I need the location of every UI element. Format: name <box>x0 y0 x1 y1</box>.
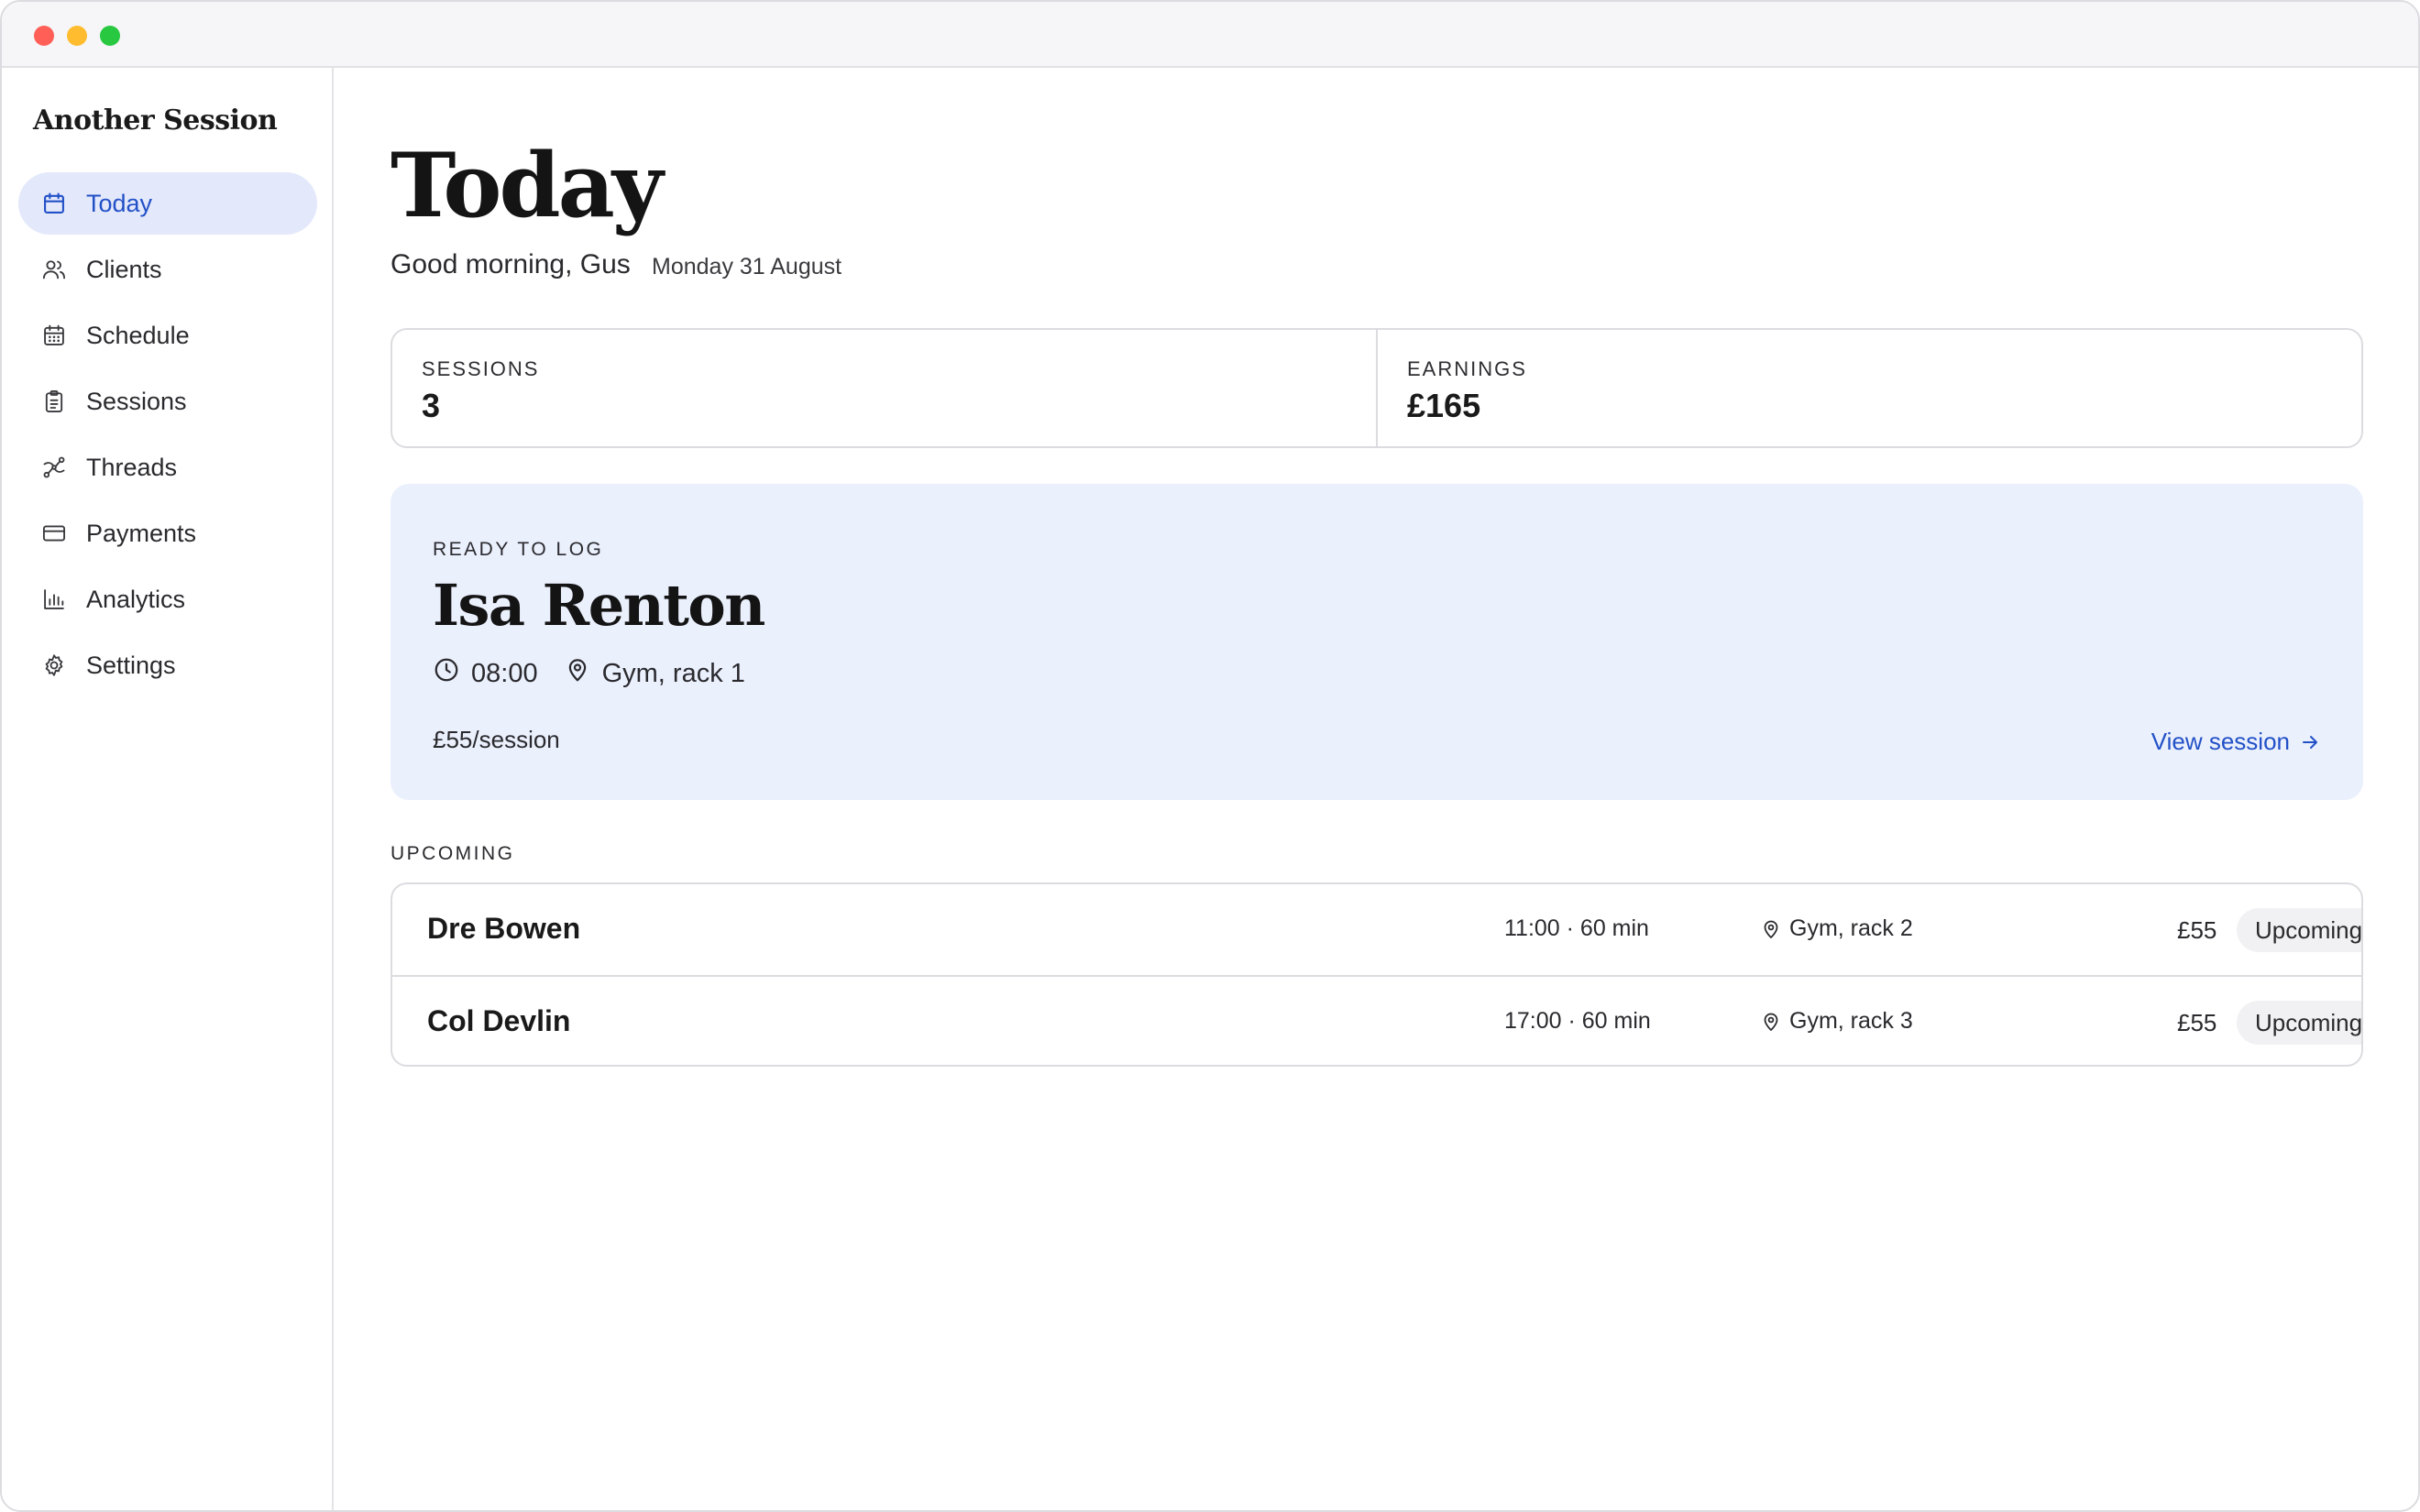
stat-earnings: EARNINGS £165 <box>1376 330 2361 446</box>
map-pin-icon <box>564 656 591 691</box>
app-window: Another Session Today Clients Schedule S… <box>0 0 2420 1512</box>
greeting: Good morning, Gus <box>390 249 631 279</box>
main-content: Today Good morning, Gus Monday 31 August… <box>336 68 2418 1510</box>
stat-sessions: SESSIONS 3 <box>392 330 1376 446</box>
ready-to-log-card: READY TO LOG Isa Renton 08:00 Gym, rack … <box>390 484 2363 800</box>
sidebar-item-label: Schedule <box>86 321 190 349</box>
users-icon <box>40 256 68 283</box>
gear-icon <box>40 652 68 679</box>
title-bar <box>2 2 2418 68</box>
session-price: £55 <box>2177 916 2217 944</box>
sidebar-item-label: Settings <box>86 651 176 679</box>
client-name: Col Devlin <box>427 1004 571 1037</box>
minimize-window-button[interactable] <box>67 26 87 46</box>
status-badge: Upcoming <box>2237 1001 2361 1045</box>
page-title: Today <box>390 134 664 237</box>
threads-icon <box>40 454 68 481</box>
card-kicker: READY TO LOG <box>433 539 604 560</box>
stat-value: £165 <box>1407 387 1481 424</box>
upcoming-row[interactable]: Col Devlin 17:00 · 60 min Gym, rack 3 £5… <box>392 975 2361 1065</box>
client-name: Dre Bowen <box>427 912 581 945</box>
credit-card-icon <box>40 520 68 547</box>
sidebar-item-label: Sessions <box>86 387 187 415</box>
view-session-link[interactable]: View session <box>2151 728 2321 756</box>
clipboard-icon <box>40 388 68 415</box>
calendar-grid-icon <box>40 322 68 349</box>
sidebar-item-payments[interactable]: Payments <box>18 502 317 564</box>
sidebar: Another Session Today Clients Schedule S… <box>2 68 334 1510</box>
status-badge: Upcoming <box>2237 908 2361 952</box>
session-location: Gym, rack 1 <box>601 658 745 688</box>
sidebar-item-label: Analytics <box>86 585 186 613</box>
sidebar-item-sessions[interactable]: Sessions <box>18 370 317 433</box>
upcoming-row[interactable]: Dre Bowen 11:00 · 60 min Gym, rack 2 £55… <box>392 884 2361 975</box>
sidebar-item-label: Payments <box>86 519 197 547</box>
sidebar-item-clients[interactable]: Clients <box>18 238 317 301</box>
map-pin-icon <box>1764 1013 1778 1031</box>
session-time: 17:00 · 60 min <box>1504 1008 1651 1034</box>
sidebar-item-label: Clients <box>86 255 162 283</box>
stats-card: SESSIONS 3 EARNINGS £165 <box>390 328 2363 448</box>
sidebar-item-today[interactable]: Today <box>18 172 317 235</box>
location-text: Gym, rack 3 <box>1789 1008 1913 1034</box>
app-brand: Another Session <box>33 104 278 137</box>
calendar-icon <box>40 190 68 217</box>
session-time: 11:00 · 60 min <box>1504 915 1649 941</box>
session-time: 08:00 <box>471 658 538 688</box>
sidebar-item-label: Threads <box>86 453 178 481</box>
sidebar-nav: Today Clients Schedule Sessions Threads … <box>18 172 317 700</box>
sidebar-item-threads[interactable]: Threads <box>18 436 317 499</box>
stat-label: SESSIONS <box>422 357 540 380</box>
upcoming-list: Dre Bowen 11:00 · 60 min Gym, rack 2 £55… <box>390 882 2363 1067</box>
session-meta: 08:00 Gym, rack 1 <box>433 656 745 691</box>
close-window-button[interactable] <box>34 26 54 46</box>
sidebar-item-schedule[interactable]: Schedule <box>18 304 317 367</box>
current-date: Monday 31 August <box>652 254 842 279</box>
sidebar-item-settings[interactable]: Settings <box>18 634 317 696</box>
location-text: Gym, rack 2 <box>1789 915 1913 941</box>
session-location: Gym, rack 3 <box>1760 1008 1913 1035</box>
bar-chart-icon <box>40 586 68 613</box>
sidebar-item-label: Today <box>86 189 153 217</box>
session-rate: £55/session <box>433 726 560 753</box>
maximize-window-button[interactable] <box>100 26 120 46</box>
sidebar-item-analytics[interactable]: Analytics <box>18 568 317 630</box>
stat-value: 3 <box>422 387 441 424</box>
session-location: Gym, rack 2 <box>1760 915 1913 942</box>
stat-label: EARNINGS <box>1407 357 1527 380</box>
upcoming-heading: UPCOMING <box>390 843 515 864</box>
view-session-label: View session <box>2150 728 2290 755</box>
arrow-right-icon <box>2303 735 2317 749</box>
client-name: Isa Renton <box>433 572 765 639</box>
session-price: £55 <box>2177 1009 2217 1036</box>
map-pin-icon <box>1764 920 1778 938</box>
clock-icon <box>433 656 460 691</box>
